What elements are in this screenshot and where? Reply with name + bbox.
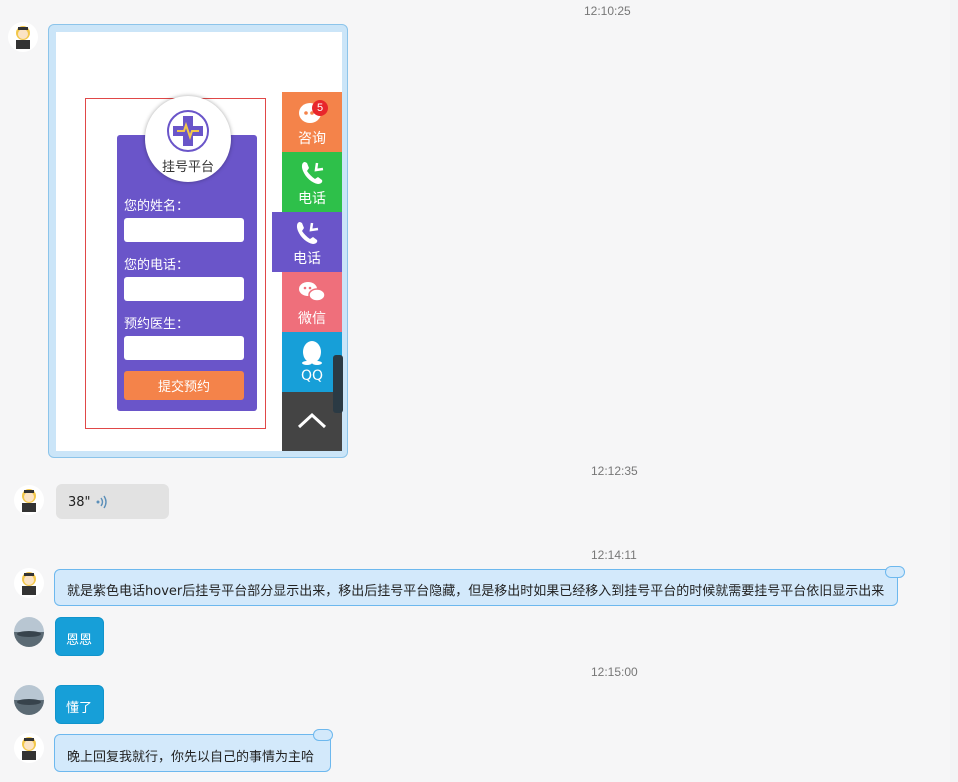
hospital-cross-icon (167, 110, 209, 152)
chat-area: 12:10:25 挂号平台 您的姓名： 您的电话： 预约医生： 提交预约 5 咨… (0, 0, 950, 782)
message-text: 懂了 (66, 701, 93, 716)
avatar-cartoon[interactable] (14, 568, 44, 598)
avatar-cartoon[interactable] (14, 733, 44, 763)
scroll-handle[interactable] (333, 355, 343, 413)
doctor-label: 预约医生： (124, 317, 190, 332)
avatar-photo[interactable] (14, 685, 44, 715)
phone-label: 您的电话： (124, 258, 190, 273)
phone-icon (301, 162, 324, 184)
text-message[interactable]: 晚上回复我就行，你先以自己的事情为主哈 (54, 734, 331, 772)
phone-input[interactable] (124, 277, 244, 301)
submit-button[interactable]: 提交预约 (124, 371, 244, 400)
phone-icon (296, 222, 319, 244)
text-message[interactable]: 就是紫色电话hover后挂号平台部分显示出来，移出后挂号平台隐藏，但是移出时如果… (54, 569, 898, 606)
bubble-deco (885, 566, 905, 578)
unread-badge: 5 (312, 100, 328, 116)
shared-screenshot: 挂号平台 您的姓名： 您的电话： 预约医生： 提交预约 5 咨询 电话 电话 微… (56, 32, 342, 451)
avatar-cartoon[interactable] (14, 485, 44, 515)
timestamp: 12:10:25 (584, 4, 631, 18)
side-phone-purple[interactable]: 电话 (272, 212, 342, 272)
side-consult[interactable]: 5 咨询 (282, 92, 342, 152)
side-label: 电话 (293, 251, 321, 267)
wechat-icon (299, 282, 326, 302)
timestamp: 12:15:00 (591, 665, 638, 679)
logo-circle: 挂号平台 (145, 96, 231, 182)
message-text: 就是紫色电话hover后挂号平台部分显示出来，移出后挂号平台隐藏，但是移出时如果… (67, 584, 885, 599)
bubble-deco (313, 729, 333, 741)
chevron-up-icon (297, 412, 327, 429)
doctor-input[interactable] (124, 336, 244, 360)
side-wechat[interactable]: 微信 (282, 272, 342, 332)
voice-message[interactable]: 38" (56, 484, 169, 519)
name-label: 您的姓名： (124, 199, 190, 214)
text-message[interactable]: 懂了 (55, 685, 104, 724)
timestamp: 12:14:11 (591, 548, 637, 562)
message-text: 恩恩 (66, 633, 93, 648)
logo-text: 挂号平台 (161, 160, 214, 175)
voice-wave-icon (96, 495, 107, 509)
side-phone-green[interactable]: 电话 (282, 152, 342, 212)
avatar-cartoon[interactable] (8, 22, 38, 52)
side-label: 咨询 (298, 131, 326, 147)
side-label: 微信 (298, 311, 326, 327)
timestamp: 12:12:35 (591, 464, 638, 478)
voice-duration: 38" (68, 495, 91, 510)
name-input[interactable] (124, 218, 244, 242)
text-message[interactable]: 恩恩 (55, 617, 104, 656)
side-label: 电话 (298, 191, 326, 207)
image-message[interactable]: 挂号平台 您的姓名： 您的电话： 预约医生： 提交预约 5 咨询 电话 电话 微… (48, 24, 348, 458)
avatar-photo[interactable] (14, 617, 44, 647)
qq-icon (302, 341, 322, 365)
message-text: 晚上回复我就行，你先以自己的事情为主哈 (67, 750, 315, 765)
